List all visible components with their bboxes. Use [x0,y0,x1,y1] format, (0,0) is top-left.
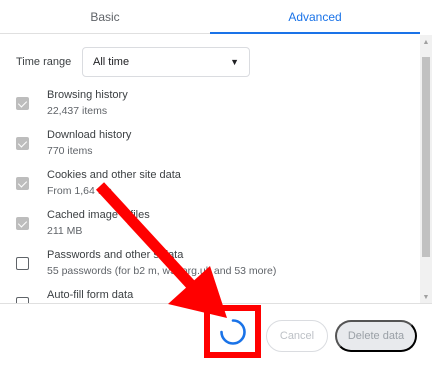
download-history-checkbox[interactable] [16,137,29,150]
tab-basic[interactable]: Basic [0,0,210,33]
list-item-download-history: Download history 770 items [16,127,406,167]
advanced-panel: Time range All time ▼ Browsing history 2… [0,35,420,303]
item-title: Cached image d files [47,209,150,221]
cookies-checkbox[interactable] [16,177,29,190]
list-item-browsing-history: Browsing history 22,437 items [16,87,406,127]
browsing-history-checkbox[interactable] [16,97,29,110]
scrollbar-thumb[interactable] [422,57,430,257]
list-item-autofill: Auto-fill form data [16,287,406,303]
item-title: Download history [47,129,132,141]
time-range-select[interactable]: All time ▼ [82,47,250,77]
item-subtitle: 55 passwords (for b2 m, w3r.org.uk and 5… [47,265,277,277]
list-item-cached-images: Cached image d files 211 MB [16,207,406,247]
highlight-box [204,305,261,358]
item-subtitle: 22,437 items [47,105,108,117]
data-type-list: Browsing history 22,437 items Download h… [16,87,406,303]
item-title: Auto-fill form data [47,289,134,301]
time-range-value: All time [93,56,130,68]
loading-spinner-icon [220,319,246,345]
passwords-checkbox[interactable] [16,257,29,270]
delete-data-button[interactable]: Delete data [335,320,417,352]
item-subtitle: 211 MB [47,225,83,237]
scroll-up-icon[interactable]: ▲ [420,39,432,46]
item-title: Browsing history [47,89,128,101]
list-item-cookies: Cookies and other site data From 1,64 te… [16,167,406,207]
item-title: Passwords and other s data [47,249,184,261]
cached-images-checkbox[interactable] [16,217,29,230]
dropdown-arrow-icon: ▼ [230,57,239,67]
item-subtitle: 770 items [47,145,93,157]
scroll-down-icon[interactable]: ▼ [420,294,432,301]
time-range-label: Time range [16,56,72,68]
item-title: Cookies and other site data [47,169,181,181]
cancel-button[interactable]: Cancel [266,320,328,352]
tab-advanced[interactable]: Advanced [210,0,420,34]
footer-divider [0,303,432,304]
time-range-row: Time range All time ▼ [16,47,250,77]
tab-bar: Basic Advanced [0,0,420,34]
scrollbar[interactable]: ▲ ▼ [420,35,432,303]
item-subtitle: From 1,64 tes [47,185,112,197]
list-item-passwords: Passwords and other s data 55 passwords … [16,247,406,287]
